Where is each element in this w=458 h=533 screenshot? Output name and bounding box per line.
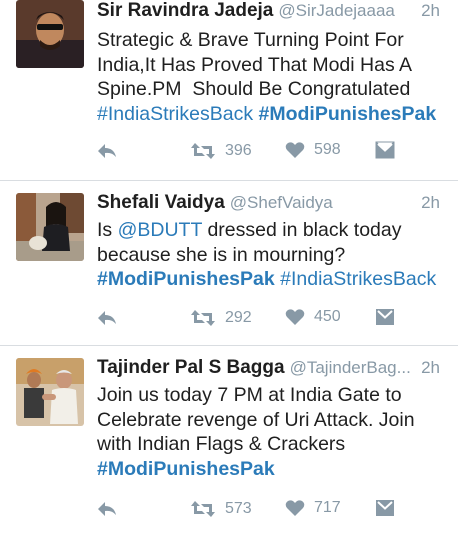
direct-message-button[interactable] — [375, 308, 395, 326]
author-handle[interactable]: @TajinderBag... — [290, 358, 411, 377]
tweet-1[interactable]: Sir Ravindra Jadeja @SirJadejaaaa 2h Stra… — [0, 0, 458, 180]
timestamp: 2h — [421, 193, 440, 212]
reply-icon — [98, 311, 116, 325]
timestamp: 2h — [421, 1, 440, 20]
retweet-count: 573 — [225, 500, 252, 517]
author-name[interactable]: Tajinder Pal S Bagga — [97, 357, 285, 378]
tweet-text: Join us today 7 PM at India Gate to Cele… — [97, 383, 452, 481]
hashtag-link[interactable]: #IndiaStrikesBack — [280, 268, 436, 290]
tweet-text-line: Join us today 7 PM at India Gate to — [97, 384, 402, 406]
heart-icon — [285, 309, 305, 325]
tweet-2[interactable]: Shefali Vaidya @ShefVaidya 2h Is @BDUTT d… — [0, 181, 458, 345]
retweet-button[interactable]: 292 — [190, 308, 252, 328]
direct-message-icon — [376, 309, 394, 325]
author-handle[interactable]: @ShefVaidya — [230, 193, 333, 212]
tweet-text-line: Celebrate revenge of Uri Attack. Join — [97, 408, 415, 431]
tweet-text-line: Spine.PM Should Be Congratulated — [97, 78, 411, 100]
reply-button[interactable] — [96, 499, 118, 519]
avatar-photo — [16, 358, 84, 426]
avatar[interactable] — [16, 193, 84, 261]
tweet-text-suffix: dressed in black today — [202, 219, 402, 241]
hashtag-link[interactable]: #ModiPunishesPak — [97, 268, 275, 290]
direct-message-icon — [375, 141, 395, 159]
tweet-3[interactable]: Tajinder Pal S Bagga @TajinderBag... 2h J… — [0, 346, 458, 533]
tweet-text: Is @BDUTT dressed in black today because… — [97, 218, 452, 292]
hashtag-link[interactable]: #IndiaStrikesBack — [97, 103, 253, 125]
retweet-count: 396 — [225, 142, 252, 159]
avatar[interactable] — [16, 358, 84, 426]
avatar-photo — [16, 193, 84, 261]
tweet-actions: 292 450 — [0, 308, 458, 334]
mention-link[interactable]: @BDUTT — [118, 219, 202, 241]
tweet-text: Strategic & Brave Turning Point For Indi… — [97, 28, 452, 126]
avatar-photo — [16, 0, 84, 68]
retweet-button[interactable]: 573 — [190, 499, 252, 519]
retweet-icon — [191, 143, 215, 159]
avatar[interactable] — [16, 0, 84, 68]
tweet-text-line: with Indian Flags & Crackers — [97, 433, 346, 455]
heart-icon — [285, 142, 305, 158]
reply-icon — [98, 144, 116, 158]
reply-button[interactable] — [96, 141, 118, 161]
direct-message-icon — [376, 500, 394, 516]
like-button[interactable]: 717 — [285, 499, 341, 517]
like-count: 717 — [314, 499, 341, 516]
tweet-text-line: India,It Has Proved That Modi Has A — [97, 53, 413, 76]
author-name[interactable]: Shefali Vaidya — [97, 192, 225, 213]
tweet-text-line: Strategic & Brave Turning Point For — [97, 29, 404, 51]
reply-icon — [98, 502, 116, 516]
retweet-icon — [191, 310, 215, 326]
author-handle[interactable]: @SirJadejaaaa — [278, 1, 395, 20]
tweet-actions: 396 598 — [0, 141, 458, 167]
hashtag-link[interactable]: #ModiPunishesPak — [97, 458, 275, 480]
like-count: 450 — [314, 308, 341, 325]
like-button[interactable]: 598 — [285, 141, 341, 159]
retweet-icon — [191, 501, 215, 517]
tweet-text-prefix: Is — [97, 219, 118, 241]
hashtag-link[interactable]: #ModiPunishesPak — [259, 103, 437, 125]
direct-message-button[interactable] — [375, 141, 395, 159]
retweet-button[interactable]: 396 — [190, 141, 252, 161]
timestamp: 2h — [421, 358, 440, 377]
like-button[interactable]: 450 — [285, 308, 341, 326]
tweet-actions: 573 717 — [0, 499, 458, 525]
tweet-text-line: because she is in mourning? — [97, 243, 346, 266]
author-name[interactable]: Sir Ravindra Jadeja — [97, 0, 273, 21]
heart-icon — [285, 500, 305, 516]
like-count: 598 — [314, 141, 341, 158]
reply-button[interactable] — [96, 308, 118, 328]
retweet-count: 292 — [225, 309, 252, 326]
direct-message-button[interactable] — [375, 499, 395, 517]
